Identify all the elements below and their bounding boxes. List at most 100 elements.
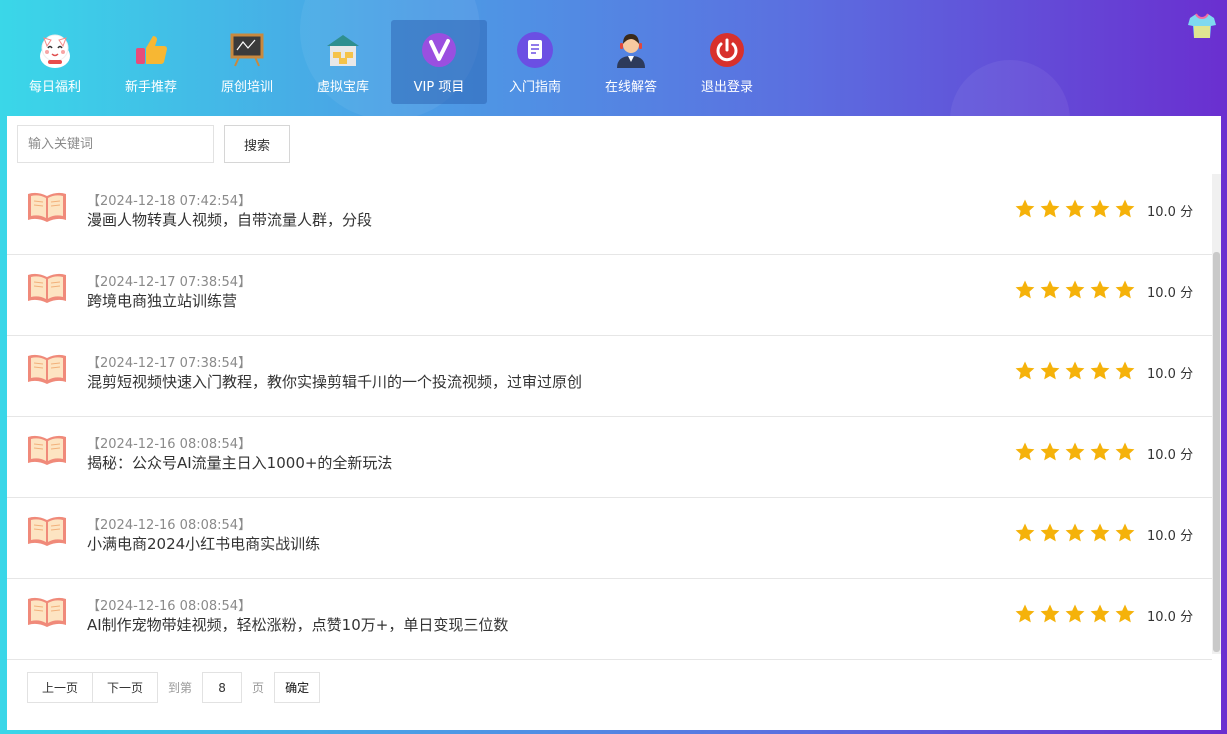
search-input[interactable] xyxy=(17,125,214,163)
star-icon xyxy=(1115,442,1135,461)
star-icon xyxy=(1015,280,1035,299)
scrollbar-thumb[interactable] xyxy=(1213,252,1220,652)
item-title-link[interactable]: 漫画人物转真人视频，自带流量人群，分段 xyxy=(87,209,372,230)
star-rating xyxy=(1014,441,1139,463)
star-icon xyxy=(1090,604,1110,623)
star-icon xyxy=(1065,199,1085,218)
star-icon xyxy=(1065,604,1085,623)
star-icon xyxy=(1090,199,1110,218)
item-score: 10.0 分 xyxy=(1147,286,1194,301)
list-item[interactable]: 【2024-12-17 07:38:54】 混剪短视频快速入门教程，教你实操剪辑… xyxy=(7,336,1212,417)
star-icon xyxy=(1040,604,1060,623)
star-icon xyxy=(1115,280,1135,299)
item-score: 10.0 分 xyxy=(1147,205,1194,220)
star-icon xyxy=(1090,361,1110,380)
item-title-link[interactable]: 混剪短视频快速入门教程，教你实操剪辑千川的一个投流视频，过审过原创 xyxy=(87,371,582,392)
treasure-house-icon xyxy=(323,30,363,70)
item-score: 10.0 分 xyxy=(1147,610,1194,625)
nav-item-logout[interactable]: 退出登录 xyxy=(679,20,775,104)
item-date: 【2024-12-17 07:38:54】 xyxy=(87,275,252,290)
support-agent-icon xyxy=(611,30,651,70)
item-title-link[interactable]: 跨境电商独立站训练营 xyxy=(87,290,237,311)
star-rating xyxy=(1014,279,1139,301)
star-icon xyxy=(1115,604,1135,623)
star-icon xyxy=(1040,280,1060,299)
next-page-button[interactable]: 下一页 xyxy=(93,672,159,703)
star-icon xyxy=(1115,523,1135,542)
nav-item-beginner-recommend[interactable]: 新手推荐 xyxy=(103,20,199,104)
main-nav: 每日福利 新手推荐 原创培训 虚拟宝库 VIP 项目 入门指南 在线解答 退出登… xyxy=(7,20,775,104)
nav-label: 虚拟宝库 xyxy=(316,80,369,95)
item-score: 10.0 分 xyxy=(1147,448,1194,463)
power-icon xyxy=(707,30,747,70)
star-icon xyxy=(1040,523,1060,542)
item-title-link[interactable]: 揭秘：公众号AI流量主日入1000+的全新玩法 xyxy=(87,452,392,473)
star-icon xyxy=(1090,442,1110,461)
confirm-page-button[interactable]: 确定 xyxy=(274,672,321,703)
star-icon xyxy=(1040,361,1060,380)
page-unit-label: 页 xyxy=(252,681,265,695)
nav-label: VIP 项目 xyxy=(413,80,465,95)
vip-v-icon xyxy=(419,30,459,70)
list-item[interactable]: 【2024-12-17 07:38:54】 跨境电商独立站训练营 10.0 分 xyxy=(7,255,1212,336)
list-item[interactable]: 【2024-12-16 08:08:54】 揭秘：公众号AI流量主日入1000+… xyxy=(7,417,1212,498)
nav-item-daily-welfare[interactable]: 每日福利 xyxy=(7,20,103,104)
star-icon xyxy=(1090,280,1110,299)
star-icon xyxy=(1040,199,1060,218)
lucky-cat-icon xyxy=(35,30,75,70)
open-book-icon xyxy=(28,516,66,546)
nav-item-vip-projects[interactable]: VIP 项目 xyxy=(391,20,487,104)
document-icon xyxy=(515,30,555,70)
nav-label: 退出登录 xyxy=(700,80,753,95)
star-rating xyxy=(1014,522,1139,544)
nav-label: 原创培训 xyxy=(220,80,273,95)
star-rating xyxy=(1014,360,1139,382)
search-bar: 搜索 xyxy=(17,125,290,163)
chalkboard-icon xyxy=(227,30,267,70)
search-button[interactable]: 搜索 xyxy=(224,125,290,163)
star-icon xyxy=(1040,442,1060,461)
nav-item-original-training[interactable]: 原创培训 xyxy=(199,20,295,104)
nav-item-getting-started[interactable]: 入门指南 xyxy=(487,20,583,104)
goto-label: 到第 xyxy=(168,681,193,695)
star-icon xyxy=(1015,199,1035,218)
theme-shirt-icon[interactable] xyxy=(1187,12,1217,40)
thumbs-up-icon xyxy=(131,30,171,70)
article-list: 【2024-12-18 07:42:54】 漫画人物转真人视频，自带流量人群，分… xyxy=(7,174,1212,660)
nav-item-virtual-treasury[interactable]: 虚拟宝库 xyxy=(295,20,391,104)
list-item[interactable]: 【2024-12-16 08:08:54】 小满电商2024小红书电商实战训练 … xyxy=(7,498,1212,579)
nav-item-online-answers[interactable]: 在线解答 xyxy=(583,20,679,104)
top-navigation-bar: 每日福利 新手推荐 原创培训 虚拟宝库 VIP 项目 入门指南 在线解答 退出登… xyxy=(0,0,1227,116)
item-score: 10.0 分 xyxy=(1147,529,1194,544)
item-date: 【2024-12-16 08:08:54】 xyxy=(87,437,252,452)
item-title-link[interactable]: AI制作宠物带娃视频，轻松涨粉，点赞10万+，单日变现三位数 xyxy=(87,614,508,635)
star-icon xyxy=(1015,523,1035,542)
star-icon xyxy=(1115,199,1135,218)
scrollbar[interactable] xyxy=(1212,174,1221,654)
star-icon xyxy=(1015,361,1035,380)
open-book-icon xyxy=(28,435,66,465)
nav-label: 新手推荐 xyxy=(124,80,177,95)
content-panel: 搜索 【2024-12-18 07:42:54】 漫画人物转真人视频，自带流量人… xyxy=(7,116,1221,730)
pagination: 上一页 下一页 到第 页 确定 xyxy=(27,672,321,703)
star-icon xyxy=(1015,604,1035,623)
star-icon xyxy=(1090,523,1110,542)
item-score: 10.0 分 xyxy=(1147,367,1194,382)
page-number-input[interactable] xyxy=(202,672,243,703)
open-book-icon xyxy=(28,192,66,222)
prev-page-button[interactable]: 上一页 xyxy=(27,672,94,703)
item-date: 【2024-12-16 08:08:54】 xyxy=(87,599,252,614)
open-book-icon xyxy=(28,597,66,627)
open-book-icon xyxy=(28,354,66,384)
star-icon xyxy=(1015,442,1035,461)
item-date: 【2024-12-18 07:42:54】 xyxy=(87,194,252,209)
list-item[interactable]: 【2024-12-18 07:42:54】 漫画人物转真人视频，自带流量人群，分… xyxy=(7,174,1212,255)
star-icon xyxy=(1065,523,1085,542)
list-item[interactable]: 【2024-12-16 08:08:54】 AI制作宠物带娃视频，轻松涨粉，点赞… xyxy=(7,579,1212,660)
star-icon xyxy=(1065,361,1085,380)
item-title-link[interactable]: 小满电商2024小红书电商实战训练 xyxy=(87,533,320,554)
star-rating xyxy=(1014,198,1139,220)
open-book-icon xyxy=(28,273,66,303)
star-icon xyxy=(1065,442,1085,461)
item-date: 【2024-12-16 08:08:54】 xyxy=(87,518,252,533)
